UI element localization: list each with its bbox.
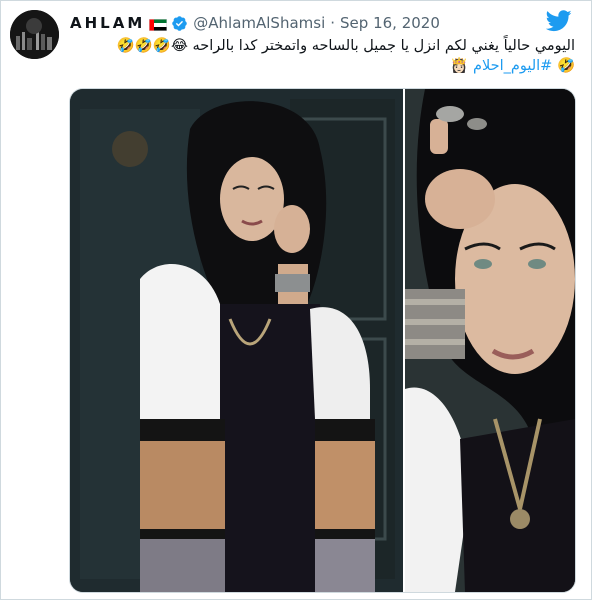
tweet-text-line2: 🤣 #اليوم_احلام 👸🏻 [70,56,575,76]
tweet-header: AHLAM @AhlamAlShamsi · Sep 16, 2020 [70,12,440,34]
separator-dot: · [330,14,336,32]
photo-left[interactable] [70,89,403,592]
tweet-date[interactable]: Sep 16, 2020 [340,14,440,32]
verified-badge-icon [171,15,188,32]
tweet-text-line1: اليومي حالياً يغني لكم انزل يا جميل بالس… [116,38,575,54]
display-name[interactable]: AHLAM [70,14,145,32]
emoji-princess: 👸🏻 [450,58,469,74]
uae-flag-icon [149,17,168,31]
emoji-laughing: 🤣 [556,58,575,74]
photo-right[interactable] [405,89,575,592]
user-handle[interactable]: @AhlamAlShamsi [193,14,325,32]
hashtag-link[interactable]: #اليوم_احلام [473,58,552,74]
tweet-text: اليومي حالياً يغني لكم انزل يا جميل بالس… [70,36,575,76]
avatar[interactable] [10,10,59,59]
tweet-media[interactable] [69,88,576,593]
twitter-bird-icon[interactable] [545,10,572,32]
